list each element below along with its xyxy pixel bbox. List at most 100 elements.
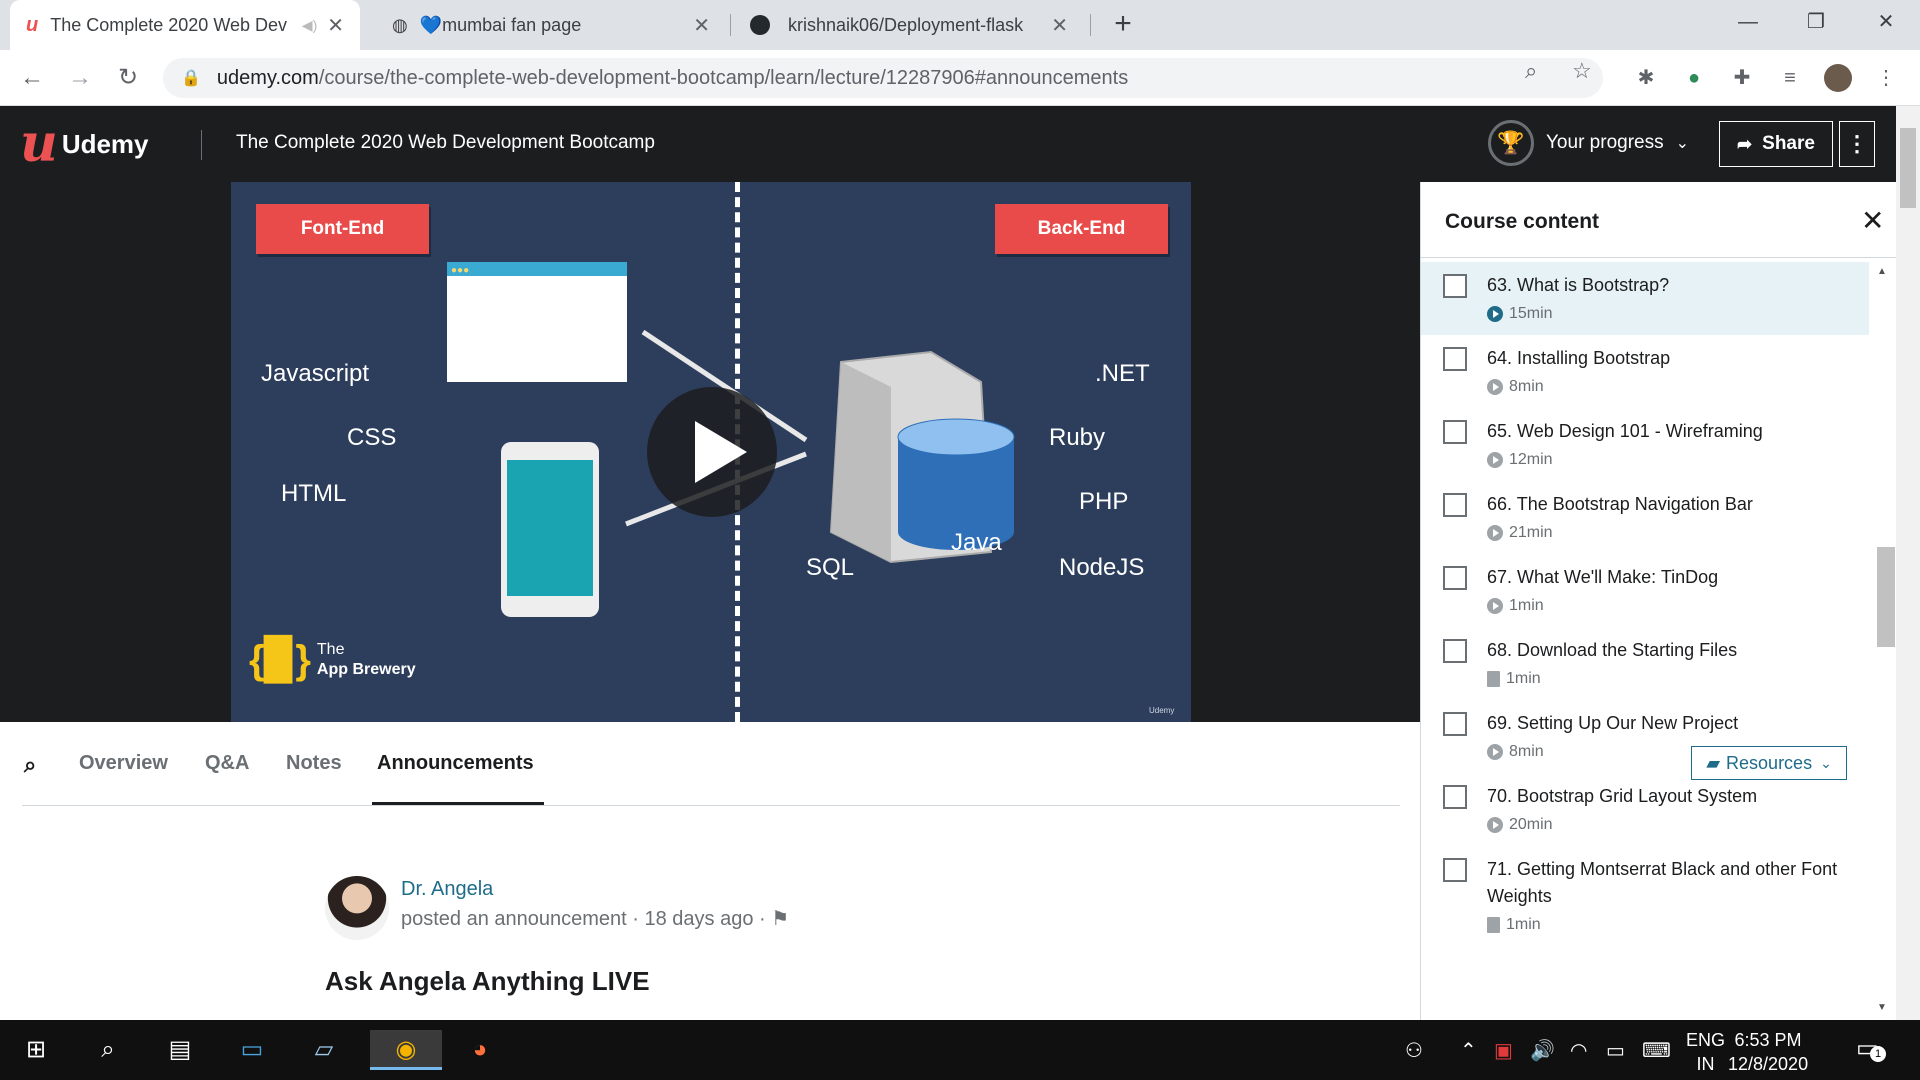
sidebar-title: Course content (1445, 210, 1600, 233)
sidebar-scrollbar[interactable]: ▲ ▼ (1869, 262, 1896, 1020)
lesson-title: 69. Setting Up Our New Project (1487, 713, 1739, 733)
lesson-checkbox[interactable] (1443, 858, 1467, 882)
notepad-app-icon[interactable]: ▱ (298, 1030, 350, 1070)
lesson-checkbox[interactable] (1443, 566, 1467, 590)
sidebar-header: Course content ✕ (1421, 182, 1896, 258)
back-button[interactable]: ← (14, 60, 50, 96)
desktop-app-icon[interactable]: ▭ (226, 1030, 278, 1070)
lesson-checkbox[interactable] (1443, 420, 1467, 444)
browser-tab-udemy[interactable]: u The Complete 2020 Web Dev ◀) ✕ (10, 0, 360, 50)
zoom-icon[interactable]: ⌕ (1525, 58, 1537, 84)
media-control-icon[interactable]: ≡ (1776, 64, 1804, 92)
tab-qa[interactable]: Q&A (205, 752, 249, 775)
battery-icon[interactable]: ▭ (1606, 1038, 1625, 1063)
antivirus-icon[interactable]: ▣ (1494, 1038, 1513, 1063)
lesson-checkbox[interactable] (1443, 639, 1467, 663)
lesson-item[interactable]: 63. What is Bootstrap? 15min (1421, 262, 1869, 335)
active-tab-underline (372, 802, 544, 805)
lesson-checkbox[interactable] (1443, 785, 1467, 809)
forward-button[interactable]: → (62, 60, 98, 96)
input-language[interactable]: ENG IN (1686, 1028, 1725, 1076)
lesson-checkbox[interactable] (1443, 274, 1467, 298)
firefox-app-icon[interactable]: ◕ (454, 1030, 506, 1070)
tech-css: CSS (347, 424, 397, 451)
tab-notes[interactable]: Notes (286, 752, 342, 775)
lesson-checkbox[interactable] (1443, 493, 1467, 517)
lesson-item[interactable]: 64. Installing Bootstrap 8min (1421, 335, 1869, 408)
minimize-button[interactable]: — (1718, 0, 1778, 44)
lesson-title: 68. Download the Starting Files (1487, 640, 1738, 660)
mute-icon[interactable]: ◀) (302, 17, 317, 34)
tab-announcements[interactable]: Announcements (377, 752, 534, 775)
lesson-checkbox[interactable] (1443, 347, 1467, 371)
lesson-item[interactable]: 70. Bootstrap Grid Layout System 20min (1421, 773, 1869, 846)
lesson-checkbox[interactable] (1443, 712, 1467, 736)
chrome-app-icon[interactable]: ◉ (370, 1030, 442, 1070)
brewery-cup-icon: {▉} (249, 638, 311, 682)
lesson-item[interactable]: 66. The Bootstrap Navigation Bar 21min (1421, 481, 1869, 554)
udemy-logo[interactable]: u Udemy (20, 113, 149, 174)
browser-tab-github[interactable]: krishnaik06/Deployment-flask ✕ (734, 0, 1084, 50)
wifi-icon[interactable]: ◠ (1570, 1038, 1587, 1063)
browser-tab-strip: u The Complete 2020 Web Dev ◀) ✕ ◍ 💙mumb… (0, 0, 1920, 50)
people-icon[interactable]: ⚇ (1405, 1038, 1423, 1063)
tech-dotnet: .NET (1095, 360, 1150, 387)
lock-icon[interactable]: 🔒 (181, 68, 201, 88)
lesson-item[interactable]: 69. Setting Up Our New Project 8min ▰ Re… (1421, 700, 1869, 780)
course-title[interactable]: The Complete 2020 Web Development Bootca… (236, 132, 655, 154)
restore-button[interactable]: ❐ (1786, 0, 1846, 44)
tab-overview[interactable]: Overview (79, 752, 168, 775)
article-icon (1487, 671, 1500, 687)
udemy-logo-icon: u (20, 113, 58, 174)
more-options-button[interactable]: ⋮ (1839, 121, 1875, 167)
progress-dropdown[interactable]: 🏆 Your progress ⌄ (1488, 120, 1689, 166)
close-tab-icon[interactable]: ✕ (327, 13, 344, 38)
lesson-item[interactable]: 71. Getting Montserrat Black and other F… (1421, 846, 1869, 946)
address-bar[interactable]: 🔒 udemy.com/course/the-complete-web-deve… (163, 58, 1603, 98)
lesson-title: 63. What is Bootstrap? (1487, 275, 1670, 295)
reload-button[interactable]: ↻ (110, 60, 146, 96)
close-window-button[interactable]: ✕ (1856, 0, 1916, 44)
extension-bug-icon[interactable]: ✱ (1632, 64, 1660, 92)
close-tab-icon[interactable]: ✕ (1051, 13, 1068, 38)
video-player[interactable]: Font-End Back-End ●●● Javascript CSS HTM… (0, 182, 1420, 722)
keyboard-icon[interactable]: ⌨ (1642, 1038, 1671, 1063)
lesson-meta: 20min (1487, 816, 1853, 834)
extensions-puzzle-icon[interactable]: ✚ (1728, 64, 1756, 92)
announcement-author[interactable]: Dr. Angela (401, 878, 493, 901)
system-clock[interactable]: 6:53 PM 12/8/2020 (1728, 1028, 1808, 1076)
profile-avatar[interactable] (1824, 64, 1852, 92)
notification-center-icon[interactable]: ▭ 1 (1856, 1034, 1886, 1063)
app-brewery-logo: {▉} The App Brewery (249, 637, 416, 683)
extension-globe-icon[interactable]: ● (1680, 64, 1708, 92)
play-button[interactable] (647, 387, 777, 517)
tray-expand-icon[interactable]: ⌃ (1460, 1038, 1477, 1063)
search-icon[interactable]: ⌕ (24, 752, 36, 778)
lesson-item[interactable]: 67. What We'll Make: TinDog 1min (1421, 554, 1869, 627)
close-sidebar-icon[interactable]: ✕ (1861, 204, 1884, 237)
scroll-up-icon[interactable]: ▲ (1877, 266, 1887, 277)
page-scrollbar[interactable] (1896, 106, 1920, 1020)
search-icon[interactable]: ⌕ (82, 1030, 134, 1070)
logo-text: Udemy (61, 128, 149, 159)
github-icon (750, 15, 770, 35)
close-tab-icon[interactable]: ✕ (693, 13, 710, 38)
task-view-icon[interactable]: ▤ (154, 1030, 206, 1070)
resources-label: Resources (1726, 752, 1813, 773)
share-button[interactable]: ➦ Share (1719, 121, 1833, 167)
browser-menu-icon[interactable]: ⋮ (1872, 64, 1900, 92)
lesson-duration: 12min (1509, 451, 1553, 468)
lesson-item[interactable]: 65. Web Design 101 - Wireframing 12min (1421, 408, 1869, 481)
windows-start-icon[interactable]: ⊞ (10, 1030, 62, 1070)
flag-icon[interactable]: ⚑ (771, 908, 789, 930)
sidebar-scroll-thumb[interactable] (1877, 547, 1895, 647)
windows-taskbar: ⊞ ⌕ ▤ ▭ ▱ ◉ ◕ ⚇ ⌃ ▣ 🔊 ◠ ▭ ⌨ ENG IN 6:53 … (0, 1020, 1920, 1080)
new-tab-button[interactable]: + (1105, 6, 1141, 42)
lesson-item[interactable]: 68. Download the Starting Files 1min (1421, 627, 1869, 700)
browser-tab-mumbai[interactable]: ◍ 💙mumbai fan page ✕ (376, 0, 726, 50)
bookmark-star-icon[interactable]: ☆ (1572, 58, 1592, 84)
page-scroll-thumb[interactable] (1900, 128, 1916, 208)
scroll-down-icon[interactable]: ▼ (1877, 1002, 1887, 1013)
progress-label: Your progress (1546, 132, 1664, 153)
volume-icon[interactable]: 🔊 (1530, 1038, 1555, 1063)
